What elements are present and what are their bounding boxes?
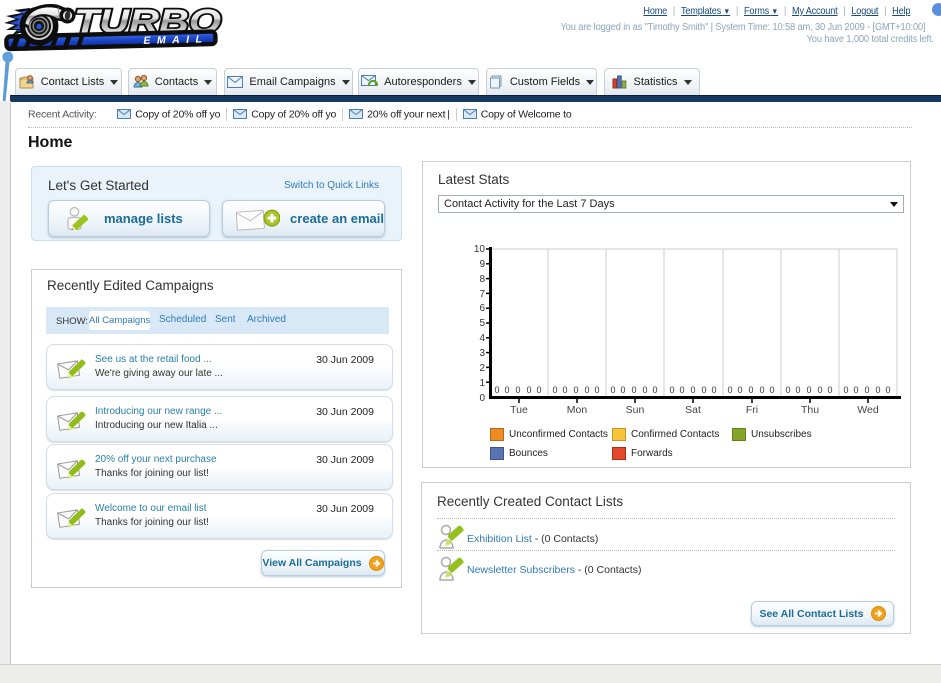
svg-text:5: 5 xyxy=(479,318,485,329)
svg-text:Sat: Sat xyxy=(685,404,701,416)
svg-text:0: 0 xyxy=(679,385,684,395)
svg-text:0: 0 xyxy=(669,385,674,395)
svg-text:0: 0 xyxy=(504,385,509,395)
svg-text:0: 0 xyxy=(806,385,811,395)
svg-text:2: 2 xyxy=(479,363,485,374)
svg-text:0: 0 xyxy=(536,385,541,395)
svg-text:9: 9 xyxy=(479,259,485,270)
svg-text:0: 0 xyxy=(479,393,485,404)
svg-text:1: 1 xyxy=(479,378,485,389)
svg-text:0: 0 xyxy=(737,385,742,395)
svg-text:0: 0 xyxy=(584,385,589,395)
svg-text:0: 0 xyxy=(853,385,858,395)
svg-text:Tue: Tue xyxy=(510,404,528,416)
svg-text:Thu: Thu xyxy=(801,404,819,416)
svg-text:Fri: Fri xyxy=(746,404,758,416)
svg-text:Sun: Sun xyxy=(626,404,645,416)
svg-text:0: 0 xyxy=(494,385,499,395)
svg-text:0: 0 xyxy=(864,385,869,395)
svg-text:7: 7 xyxy=(479,289,485,300)
svg-text:0: 0 xyxy=(631,385,636,395)
svg-text:0: 0 xyxy=(748,385,753,395)
svg-text:0: 0 xyxy=(552,385,557,395)
svg-text:0: 0 xyxy=(701,385,706,395)
svg-text:6: 6 xyxy=(479,303,485,314)
svg-text:0: 0 xyxy=(642,385,647,395)
svg-text:8: 8 xyxy=(479,274,485,285)
svg-text:0: 0 xyxy=(711,385,716,395)
svg-text:0: 0 xyxy=(594,385,599,395)
svg-text:0: 0 xyxy=(817,385,822,395)
svg-text:0: 0 xyxy=(795,385,800,395)
svg-text:0: 0 xyxy=(526,385,531,395)
svg-text:0: 0 xyxy=(769,385,774,395)
svg-text:0: 0 xyxy=(652,385,657,395)
svg-text:Wed: Wed xyxy=(857,404,879,416)
svg-text:0: 0 xyxy=(620,385,625,395)
svg-text:3: 3 xyxy=(479,348,485,359)
svg-text:4: 4 xyxy=(479,333,485,344)
svg-text:0: 0 xyxy=(827,385,832,395)
svg-text:0: 0 xyxy=(610,385,615,395)
svg-text:0: 0 xyxy=(785,385,790,395)
svg-text:0: 0 xyxy=(690,385,695,395)
svg-text:Mon: Mon xyxy=(567,404,588,416)
svg-text:0: 0 xyxy=(573,385,578,395)
svg-text:EMAIL: EMAIL xyxy=(143,33,208,47)
svg-text:0: 0 xyxy=(562,385,567,395)
svg-text:0: 0 xyxy=(515,385,520,395)
svg-text:0: 0 xyxy=(759,385,764,395)
svg-text:0: 0 xyxy=(885,385,890,395)
svg-text:0: 0 xyxy=(727,385,732,395)
svg-text:10: 10 xyxy=(474,244,486,255)
svg-text:0: 0 xyxy=(843,385,848,395)
svg-text:0: 0 xyxy=(875,385,880,395)
